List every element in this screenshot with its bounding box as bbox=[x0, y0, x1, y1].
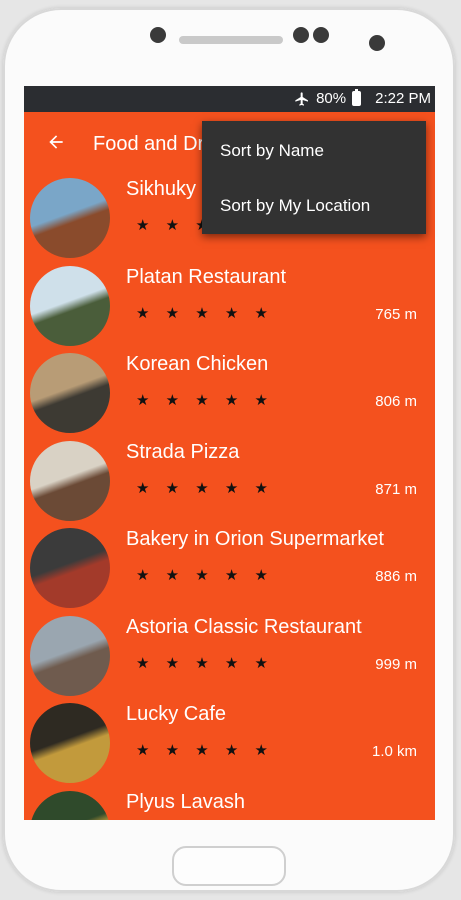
place-name: Platan Restaurant bbox=[126, 265, 287, 288]
place-photo bbox=[30, 353, 110, 433]
star-rating: ★ ★ ★ ★ ★ bbox=[136, 479, 274, 497]
list-item[interactable]: Bakery in Orion Supermarket ★ ★ ★ ★ ★ 886 … bbox=[24, 528, 435, 616]
place-name: Bakery in Orion Supermarket bbox=[126, 528, 384, 550]
place-photo bbox=[30, 440, 110, 521]
place-name: Plyus Lavash bbox=[126, 790, 245, 813]
place-name: Strada Pizza bbox=[126, 440, 240, 463]
home-button[interactable] bbox=[172, 846, 286, 886]
front-camera-icon bbox=[150, 27, 166, 43]
sensor-icon bbox=[313, 27, 329, 43]
place-photo bbox=[30, 178, 110, 258]
place-photo bbox=[30, 265, 110, 346]
airplane-icon bbox=[295, 91, 309, 106]
distance: 806 m bbox=[375, 393, 417, 410]
place-photo bbox=[30, 703, 110, 783]
sensor-icon bbox=[293, 27, 309, 43]
distance: 999 m bbox=[375, 655, 417, 673]
place-name: Astoria Classic Restaurant bbox=[126, 615, 362, 638]
distance: 1.0 km bbox=[371, 743, 417, 760]
battery-percent: 80% bbox=[316, 90, 347, 107]
menu-item-sort-by-location[interactable]: Sort by My Location bbox=[220, 196, 370, 216]
place-photo bbox=[30, 615, 110, 696]
battery-icon bbox=[352, 89, 362, 106]
list-item[interactable]: Korean Chicken ★ ★ ★ ★ ★ 806 m bbox=[24, 353, 435, 441]
place-name: Lucky Cafe bbox=[126, 703, 227, 725]
place-photo bbox=[30, 528, 110, 608]
place-name: Sikhuky bbox=[126, 178, 197, 200]
place-name: Korean Chicken bbox=[126, 353, 269, 375]
front-camera-icon bbox=[369, 35, 385, 51]
star-rating: ★ ★ ★ ★ ★ bbox=[136, 304, 274, 322]
list-item[interactable]: Strada Pizza ★ ★ ★ ★ ★ 871 m bbox=[24, 440, 435, 529]
place-photo bbox=[30, 790, 110, 820]
list-item[interactable]: Lucky Cafe ★ ★ ★ ★ ★ 1.0 km bbox=[24, 703, 435, 791]
distance: 871 m bbox=[375, 480, 417, 498]
arrow-left-icon[interactable] bbox=[46, 132, 66, 152]
star-rating: ★ ★ ★ ★ ★ bbox=[136, 567, 274, 584]
distance: 886 m bbox=[375, 568, 417, 585]
earpiece-speaker bbox=[179, 36, 283, 44]
menu-item-sort-by-name[interactable]: Sort by Name bbox=[220, 141, 324, 161]
list-item[interactable]: Plyus Lavash★ ★ ★ ★ ★ bbox=[24, 790, 435, 820]
clock: 2:22 PM bbox=[375, 90, 431, 107]
status-bar: 80% 2:22 PM bbox=[24, 86, 435, 112]
star-rating: ★ ★ ★ ★ ★ bbox=[136, 742, 274, 759]
star-rating: ★ ★ ★ ★ ★ bbox=[136, 392, 274, 409]
distance: 765 m bbox=[375, 305, 417, 323]
overflow-menu: Sort by Name Sort by My Location bbox=[202, 121, 426, 234]
star-rating: ★ ★ ★ ★ ★ bbox=[136, 654, 274, 672]
list-item[interactable]: Platan Restaurant ★ ★ ★ ★ ★ 765 m bbox=[24, 265, 435, 354]
list-item[interactable]: Astoria Classic Restaurant ★ ★ ★ ★ ★ 999 m bbox=[24, 615, 435, 704]
